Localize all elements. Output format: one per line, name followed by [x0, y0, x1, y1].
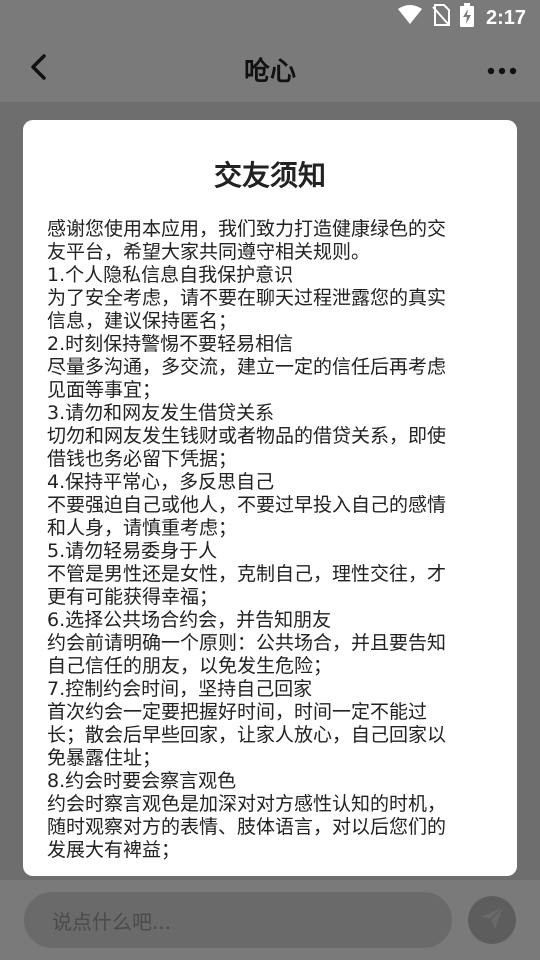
more-horizontal-icon: [487, 60, 517, 79]
dialog-line: 感谢您使用本应用，我们致力打造健康绿色的交: [47, 218, 447, 240]
dialog-line: 6.选择公共场合约会，并告知朋友: [47, 609, 332, 631]
wifi-icon: [397, 5, 422, 31]
dialog-line: 发展大有裨益；: [47, 839, 181, 861]
message-input[interactable]: 说点什么吧...: [24, 892, 452, 948]
dialog-line: 友平台，希望大家共同遵守相关规则。: [47, 241, 371, 263]
dialog-line: 尽量多沟通，多交流，建立一定的信任后再考虑: [47, 356, 447, 378]
no-sim-icon: [432, 4, 450, 32]
send-button[interactable]: [468, 896, 516, 944]
app-bar: 呛心: [0, 36, 540, 102]
dialog-body[interactable]: 感谢您使用本应用，我们致力打造健康绿色的交 友平台，希望大家共同遵守相关规则。 1.…: [23, 218, 517, 874]
dialog-line: 见面等事宜；: [47, 379, 162, 401]
dialog-line: 为了安全考虑，请不要在聊天过程泄露您的真实: [47, 287, 447, 309]
dialog-line: 不管是男性还是女性，克制自己，理性交往，才: [47, 563, 447, 585]
dialog-line: 约会前请明确一个原则：公共场合，并且要告知: [47, 632, 447, 654]
dialog-line: 借钱也务必留下凭据；: [47, 448, 238, 470]
dialog-line: 切勿和网友发生钱财或者物品的借贷关系，即使: [47, 425, 447, 447]
dialog-line: 和人身，请慎重考虑；: [47, 517, 238, 539]
dialog-line: 5.请勿轻易委身于人: [47, 540, 218, 562]
notice-dialog: 交友须知 感谢您使用本应用，我们致力打造健康绿色的交 友平台，希望大家共同遵守相关…: [23, 120, 517, 876]
dialog-line: 信息，建议保持匿名；: [47, 310, 238, 332]
page-title: 呛心: [243, 56, 296, 87]
dialog-line: 长；散会后早些回家，让家人放心，自己回家以: [47, 724, 447, 746]
dialog-line: 1.个人隐私信息自我保护意识: [47, 264, 294, 286]
input-bar: 说点什么吧...: [0, 880, 540, 960]
dialog-line: 自己信任的朋友，以免发生危险；: [47, 655, 333, 677]
dialog-line: 首次约会一定要把握好时间，时间一定不能过: [47, 701, 428, 723]
status-bar: 2:17: [0, 0, 540, 36]
dialog-line: 7.控制约会时间，坚持自己回家: [47, 678, 313, 700]
chevron-left-icon: [28, 53, 48, 85]
dialog-line: 随时观察对方的表情、肢体语言，对以后您们的: [47, 816, 447, 838]
dialog-line: 更有可能获得幸福；: [47, 586, 219, 608]
dialog-line: 不要强迫自己或他人，不要过早投入自己的感情: [47, 494, 447, 516]
send-icon: [479, 905, 505, 935]
dialog-line: 4.保持平常心，多反思自己: [47, 471, 275, 493]
dialog-line: 2.时刻保持警惕不要轻易相信: [47, 333, 294, 355]
battery-charging-icon: [459, 3, 474, 33]
back-button[interactable]: [18, 49, 58, 89]
status-time: 2:17: [485, 6, 526, 29]
dialog-title: 交友须知: [213, 159, 326, 192]
dialog-line: 免暴露住址；: [47, 747, 162, 769]
more-button[interactable]: [482, 49, 522, 89]
dialog-line: 8.约会时要会察言观色: [47, 770, 237, 792]
dialog-line: 约会时察言观色是加深对对方感性认知的时机，: [47, 793, 447, 815]
dialog-line: 3.请勿和网友发生借贷关系: [47, 402, 275, 424]
